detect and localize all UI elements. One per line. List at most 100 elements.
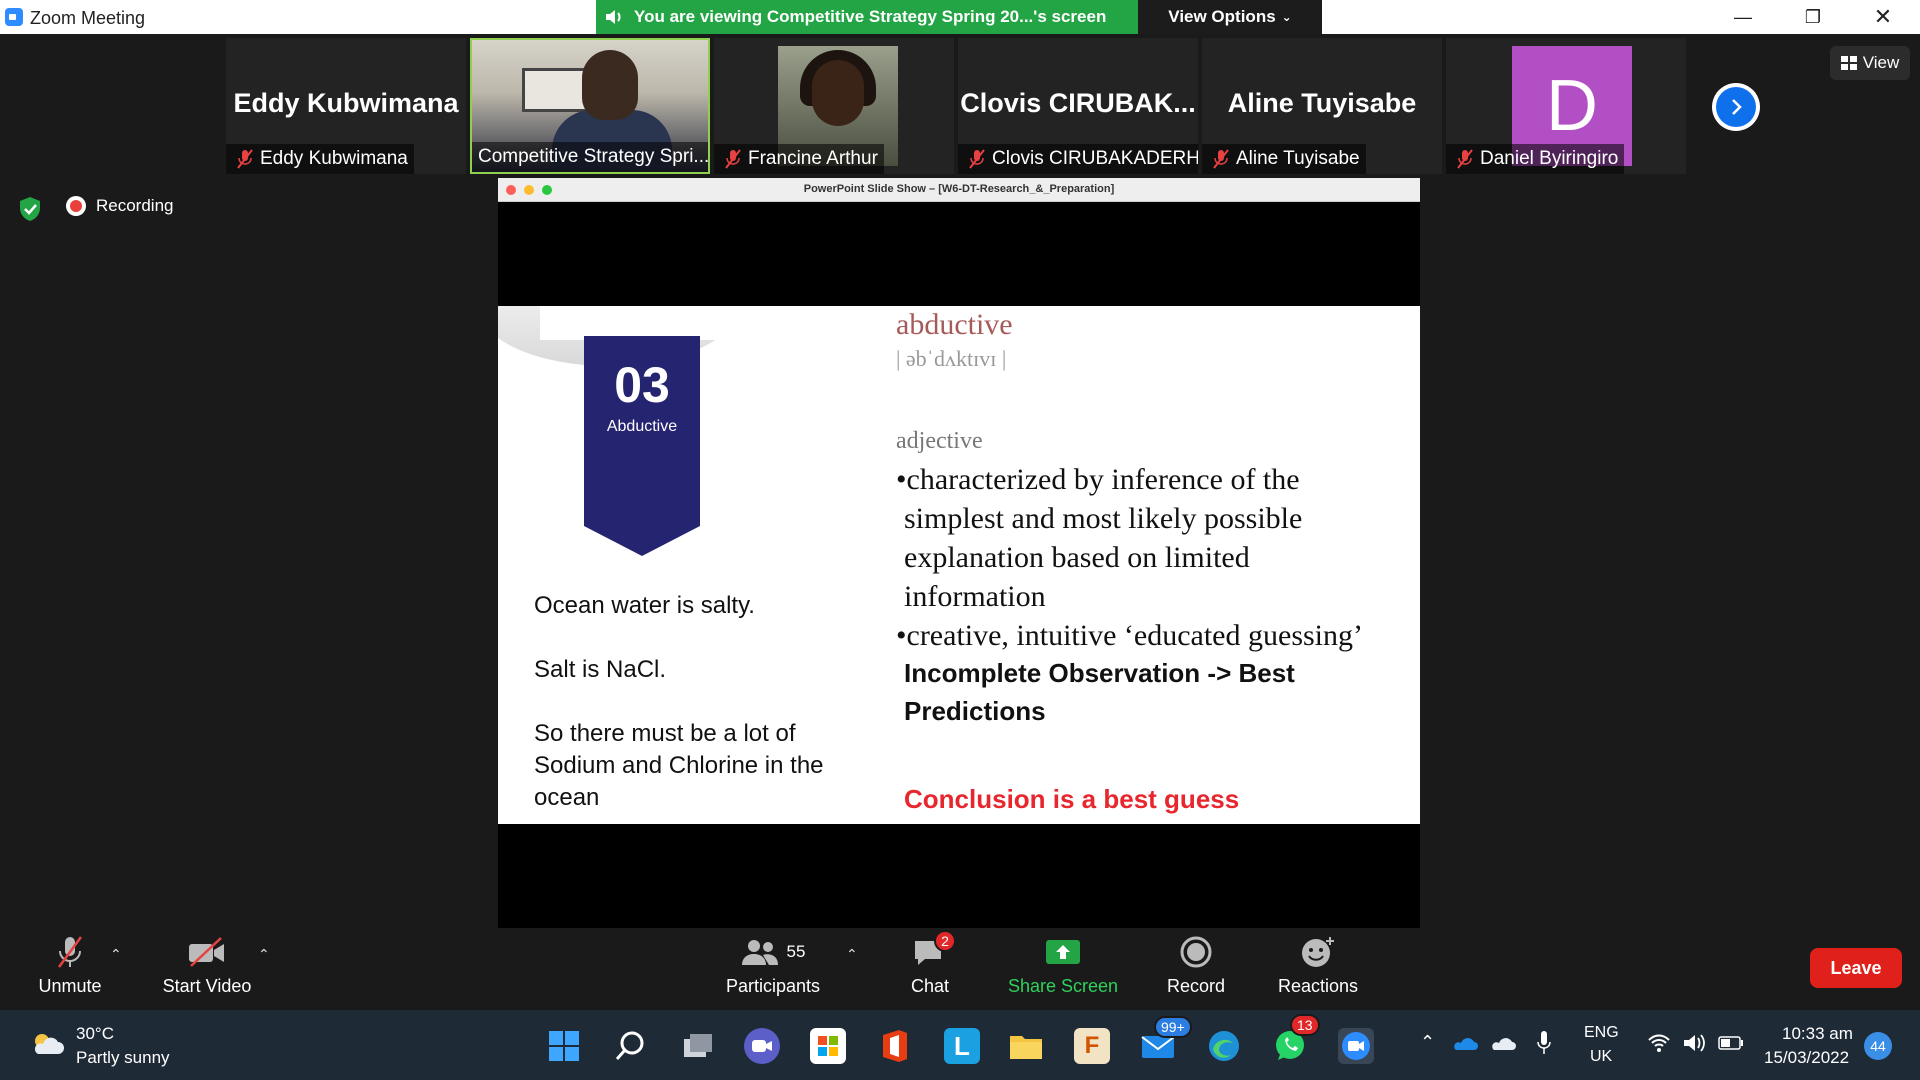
clock-date[interactable]: 15/03/2022 bbox=[1764, 1048, 1849, 1068]
participants-button[interactable]: 55 Participants bbox=[718, 930, 828, 1006]
share-screen-label: Share Screen bbox=[1007, 976, 1119, 996]
participants-options-caret[interactable]: ⌃ bbox=[846, 946, 858, 963]
example-line-1: Ocean water is salty. bbox=[534, 592, 755, 619]
partly-sunny-icon[interactable] bbox=[30, 1032, 64, 1056]
definition-word: abductive bbox=[896, 308, 1013, 341]
example-line-3b: Sodium and Chlorine in the bbox=[534, 752, 824, 779]
battery-icon[interactable] bbox=[1718, 1035, 1744, 1051]
recording-indicator[interactable]: Recording bbox=[66, 196, 174, 216]
windows-taskbar: 30°C Partly sunny L F 99+ 13 ⌃ ENG UK 10… bbox=[0, 1010, 1920, 1080]
onedrive-blue-icon[interactable] bbox=[1452, 1034, 1478, 1052]
participant-tile-active-speaker[interactable]: Competitive Strategy Spri... bbox=[470, 38, 710, 174]
tray-overflow-chevron-icon[interactable]: ⌃ bbox=[1420, 1032, 1435, 1053]
start-menu-icon[interactable] bbox=[546, 1028, 582, 1064]
screen-share-banner: You are viewing Competitive Strategy Spr… bbox=[596, 0, 1138, 34]
record-dot-icon bbox=[66, 196, 86, 216]
participant-label-text: Aline Tuyisabe bbox=[1236, 148, 1360, 169]
participant-label-text: Competitive Strategy Spri... bbox=[478, 146, 710, 167]
language-bottom[interactable]: UK bbox=[1590, 1048, 1612, 1066]
slide-decoration-tab bbox=[540, 306, 740, 340]
reactions-icon bbox=[1302, 937, 1334, 967]
file-explorer-icon[interactable] bbox=[1008, 1028, 1044, 1064]
definition-part-of-speech: adjective bbox=[896, 428, 983, 454]
record-icon bbox=[1180, 936, 1212, 968]
record-button[interactable]: Record bbox=[1164, 930, 1228, 1006]
reactions-button[interactable]: Reactions bbox=[1272, 930, 1364, 1006]
example-line-3a: So there must be a lot of bbox=[534, 720, 796, 747]
wifi-icon[interactable] bbox=[1648, 1034, 1670, 1052]
launcher-l-icon[interactable]: L bbox=[944, 1028, 980, 1064]
view-button-label: View bbox=[1862, 53, 1900, 72]
weather-description: Partly sunny bbox=[76, 1048, 170, 1067]
definition-line: information bbox=[904, 580, 1046, 613]
muted-mic-icon bbox=[1213, 149, 1229, 169]
ribbon-label: Abductive bbox=[606, 418, 678, 435]
participant-label: Daniel Byiringiro bbox=[1446, 144, 1625, 174]
view-button[interactable]: View bbox=[1830, 46, 1910, 80]
example-line-2: Salt is NaCl. bbox=[534, 656, 667, 683]
speaker-icon bbox=[606, 10, 621, 24]
video-options-caret[interactable]: ⌃ bbox=[258, 946, 270, 963]
volume-icon[interactable] bbox=[1682, 1032, 1708, 1054]
title-bar: Zoom Meeting You are viewing Competitive… bbox=[0, 0, 1920, 34]
record-label: Record bbox=[1166, 976, 1226, 996]
audio-options-caret[interactable]: ⌃ bbox=[110, 946, 122, 963]
chat-button[interactable]: Chat 2 bbox=[900, 930, 960, 1006]
chat-label: Chat bbox=[910, 976, 950, 996]
notification-center-badge[interactable]: 44 bbox=[1864, 1032, 1892, 1060]
office-icon[interactable] bbox=[876, 1028, 912, 1064]
unmute-label: Unmute bbox=[38, 976, 102, 996]
definition-line: •creative, intuitive ‘educated guessing’ bbox=[896, 619, 1363, 652]
definition-phonetic: | əbˈdʌktɪvɪ | bbox=[896, 346, 1007, 371]
participants-icon bbox=[741, 940, 778, 965]
close-button[interactable]: ✕ bbox=[1848, 0, 1918, 34]
video-off-icon bbox=[189, 937, 224, 967]
participant-label: Aline Tuyisabe bbox=[1202, 144, 1366, 174]
zoom-taskbar-icon[interactable] bbox=[1338, 1028, 1374, 1064]
participant-tile[interactable]: Clovis CIRUBAK... Clovis CIRUBAKADERHA bbox=[958, 38, 1198, 174]
participant-label: Eddy Kubwimana bbox=[226, 144, 414, 174]
participant-name-large: Aline Tuyisabe bbox=[1227, 88, 1417, 118]
person-head bbox=[582, 50, 638, 120]
clock-time[interactable]: 10:33 am bbox=[1782, 1024, 1853, 1044]
recording-label: Recording bbox=[96, 196, 174, 215]
minimize-button[interactable]: — bbox=[1708, 0, 1778, 34]
participant-label-text: Clovis CIRUBAKADERHA bbox=[992, 148, 1198, 169]
key-point: Incomplete Observation -> Best Predictio… bbox=[904, 654, 1344, 730]
onedrive-white-icon[interactable] bbox=[1490, 1034, 1516, 1052]
muted-mic-icon bbox=[1457, 149, 1473, 169]
teams-chat-icon[interactable] bbox=[744, 1028, 780, 1064]
definition-body: •characterized by inference of the simpl… bbox=[896, 460, 1416, 655]
participant-tile[interactable]: Eddy Kubwimana Eddy Kubwimana bbox=[226, 38, 466, 174]
muted-mic-icon bbox=[969, 149, 985, 169]
next-page-button[interactable] bbox=[1712, 83, 1760, 131]
participant-tile[interactable]: Aline Tuyisabe Aline Tuyisabe bbox=[1202, 38, 1442, 174]
edge-browser-icon[interactable] bbox=[1206, 1028, 1242, 1064]
reactions-label: Reactions bbox=[1277, 976, 1359, 996]
task-view-icon[interactable] bbox=[680, 1028, 716, 1064]
share-screen-button[interactable]: Share Screen bbox=[1006, 930, 1120, 1006]
weather-temperature: 30°C bbox=[76, 1024, 114, 1043]
key-point-line: Predictions bbox=[904, 696, 1046, 726]
search-icon[interactable] bbox=[612, 1028, 648, 1064]
view-options-button[interactable]: View Options ⌄ bbox=[1138, 0, 1322, 34]
example-line-3c: ocean bbox=[534, 784, 600, 811]
definition-line: explanation based on limited bbox=[904, 541, 1250, 574]
key-point-line: Incomplete Observation -> Best bbox=[904, 658, 1295, 688]
start-video-button[interactable]: Start Video bbox=[154, 930, 260, 1006]
participant-name-large: Clovis CIRUBAK... bbox=[960, 88, 1196, 118]
leave-button[interactable]: Leave bbox=[1810, 948, 1902, 988]
participant-label-text: Daniel Byiringiro bbox=[1480, 148, 1619, 169]
restore-button[interactable]: ❐ bbox=[1778, 0, 1848, 34]
microphone-icon[interactable] bbox=[1536, 1030, 1552, 1056]
language-top[interactable]: ENG bbox=[1584, 1024, 1619, 1042]
slide: 03 Abductive Ocean water is salty. Salt … bbox=[498, 306, 1420, 824]
ribbon-number: 03 bbox=[614, 357, 670, 413]
forms-app-icon[interactable]: F bbox=[1074, 1028, 1110, 1064]
window-title: Zoom Meeting bbox=[30, 8, 146, 28]
unmute-button[interactable]: Unmute bbox=[30, 930, 110, 1006]
security-shield-icon[interactable] bbox=[18, 196, 42, 222]
microsoft-store-icon[interactable] bbox=[810, 1028, 846, 1064]
photo-face bbox=[812, 60, 864, 126]
muted-mic-icon bbox=[237, 149, 253, 169]
